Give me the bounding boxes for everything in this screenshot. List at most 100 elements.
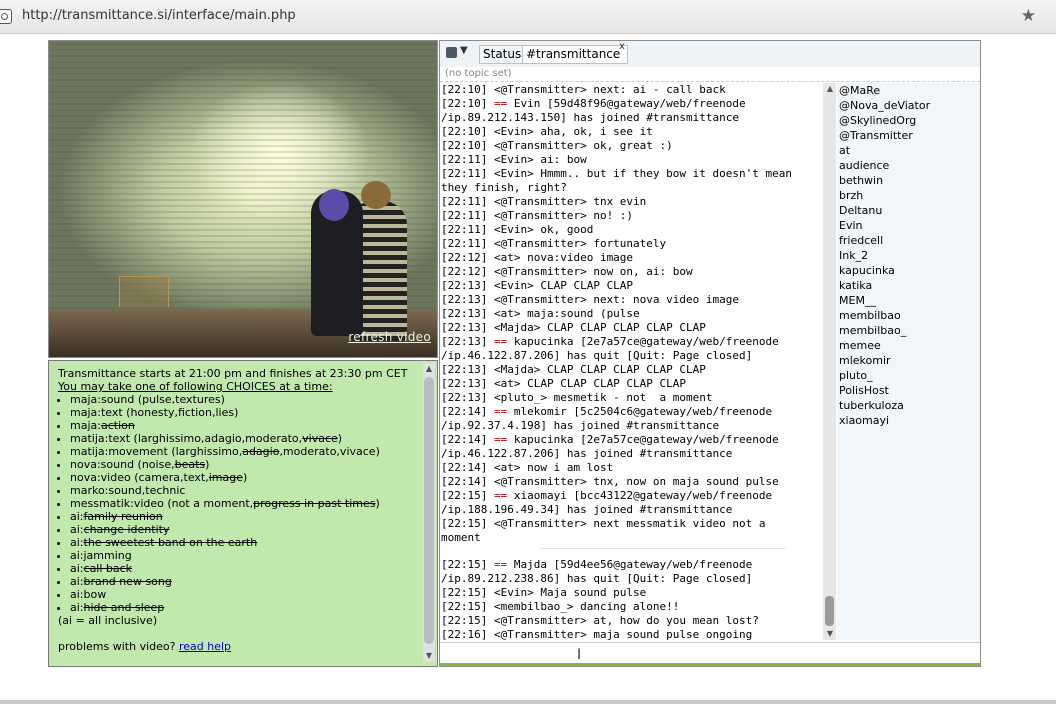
nick-item[interactable]: katika — [837, 278, 980, 293]
nick-item[interactable]: friedcell — [837, 233, 980, 248]
chat-message: [22:13] <Majda> CLAP CLAP CLAP CLAP CLAP — [441, 321, 821, 335]
nick-item[interactable]: xiaomayi — [837, 413, 980, 428]
video-player[interactable]: refresh video — [48, 40, 438, 358]
chat-message-text: [22:10] — [441, 97, 494, 110]
scroll-up-icon[interactable]: ▲ — [824, 83, 836, 95]
nick-item[interactable]: mlekomir — [837, 353, 980, 368]
choice-struck-text: beats — [174, 458, 206, 471]
chat-message-text: [22:14] — [441, 433, 494, 446]
chat-message-text: [22:15] — [441, 489, 494, 502]
chat-message-text: xiaomayi [bcc43122@gateway/web/freenode — [507, 489, 773, 502]
chat-log-scrollbar[interactable]: ▲ ▼ — [823, 83, 836, 640]
chat-message: [22:16] <@Transmitter> maja sound pulse … — [441, 628, 821, 640]
choice-item: matija:text (larghissimo,adagio,moderato… — [70, 432, 418, 445]
nick-item[interactable]: audience — [837, 158, 980, 173]
chat-message-text: [22:11] <@Transmitter> fortunately — [441, 237, 667, 250]
chat-message-text: /ip.188.196.49.34] has joined #transmitt… — [441, 503, 733, 516]
nick-item[interactable]: membilbao — [837, 308, 980, 323]
chat-message: [22:13] <@Transmitter> next: nova video … — [441, 293, 821, 307]
nick-item[interactable]: tuberkuloza — [837, 398, 980, 413]
choice-struck-text: change identity — [83, 523, 170, 536]
chat-message-input[interactable] — [440, 643, 974, 663]
choice-text: matija:text (larghissimo,adagio,moderato… — [70, 432, 303, 445]
chat-message-text: [22:16] <@Transmitter> maja sound pulse … — [441, 628, 753, 640]
choice-item: ai:change identity — [70, 523, 418, 536]
chat-message-text: [22:15] <membilbao_> dancing alone!! — [441, 600, 680, 613]
chat-message: [22:10] <Evin> aha, ok, i see it — [441, 125, 821, 139]
scroll-down-icon[interactable]: ▼ — [824, 628, 836, 640]
nick-item[interactable]: @Transmitter — [837, 128, 980, 143]
choice-text: marko:sound,technic — [70, 484, 186, 497]
chat-message-text: [22:13] — [441, 335, 494, 348]
choice-item: maja:text (honesty,fiction,lies) — [70, 406, 418, 419]
choice-text: ai: — [70, 601, 84, 614]
tab-status[interactable]: Status — [479, 45, 526, 64]
nick-item[interactable]: membilbao_ — [837, 323, 980, 338]
address-url[interactable]: http://transmittance.si/interface/main.p… — [22, 8, 296, 23]
dropdown-arrow-icon[interactable]: ▼ — [460, 45, 468, 56]
chat-message: [22:13] == kapucinka [2e7a57ce@gateway/w… — [441, 335, 821, 349]
nick-item[interactable]: @Nova_deViator — [837, 98, 980, 113]
irc-chat-panel: ▼ Status #transmittance x (no topic set)… — [439, 40, 981, 667]
tab-channel[interactable]: #transmittance — [522, 45, 628, 64]
info-scrollbar-thumb[interactable] — [424, 377, 434, 644]
chat-message: [22:15] <membilbao_> dancing alone!! — [441, 600, 821, 614]
nick-item[interactable]: brzh — [837, 188, 980, 203]
nick-item[interactable]: at — [837, 143, 980, 158]
nick-item[interactable]: Deltanu — [837, 203, 980, 218]
chat-message-text: /ip.46.122.87.206] has joined #transmitt… — [441, 447, 733, 460]
nick-item[interactable]: MEM__ — [837, 293, 980, 308]
info-scrollbar[interactable]: ▲ ▼ — [423, 363, 435, 662]
chat-message: [22:15] <@Transmitter> next messmatik vi… — [441, 517, 821, 531]
nick-item[interactable]: kapucinka — [837, 263, 980, 278]
nick-item[interactable]: Ink_2 — [837, 248, 980, 263]
chat-message-text: [22:11] <Evin> ai: bow — [441, 153, 587, 166]
scroll-up-icon[interactable]: ▲ — [423, 363, 435, 375]
chat-message-text: [22:13] <Majda> CLAP CLAP CLAP CLAP CLAP — [441, 321, 706, 334]
choice-text: ai: — [70, 562, 84, 575]
info-content: Transmittance starts at 21:00 pm and fin… — [58, 367, 418, 653]
chat-message-text: [22:10] <@Transmitter> ok, great :) — [441, 139, 673, 152]
chat-message: [22:15] <@Transmitter> at, how do you me… — [441, 614, 821, 628]
refresh-video-link[interactable]: refresh video — [348, 330, 431, 344]
chat-message-text: mlekomir [5c2504c6@gateway/web/freenode — [507, 405, 773, 418]
close-tab-icon[interactable]: x — [619, 41, 625, 52]
nick-item[interactable]: memee — [837, 338, 980, 353]
choices-heading: You may take one of following CHOICES at… — [58, 380, 333, 393]
choice-item: nova:sound (noise,beats) — [70, 458, 418, 471]
bookmark-star-icon[interactable]: ★ — [1021, 6, 1036, 26]
irc-logo-icon[interactable] — [446, 47, 457, 58]
chat-message-text: [22:13] <@Transmitter> next: nova video … — [441, 293, 740, 306]
choice-text: matija:movement (larghissimo, — [70, 445, 243, 458]
window-bottom-border — [0, 700, 1056, 704]
choice-struck-text: family reunion — [83, 510, 163, 523]
scroll-down-icon[interactable]: ▼ — [423, 650, 435, 662]
chat-message: /ip.89.212.143.150] has joined #transmit… — [441, 111, 821, 125]
nick-item[interactable]: @SkylinedOrg — [837, 113, 980, 128]
chat-message: [22:14] <@Transmitter> tnx, now on maja … — [441, 475, 821, 489]
choice-text: ai: — [70, 523, 84, 536]
chat-message-text: [22:15] — [441, 558, 494, 571]
nick-item[interactable]: pluto_ — [837, 368, 980, 383]
nick-item[interactable]: bethwin — [837, 173, 980, 188]
chat-scrollbar-thumb[interactable] — [825, 596, 834, 626]
schedule-text: Transmittance starts at 21:00 pm and fin… — [58, 367, 408, 380]
chat-message-text: [22:14] <@Transmitter> tnx, now on maja … — [441, 475, 779, 488]
browser-address-bar: http://transmittance.si/interface/main.p… — [0, 0, 1056, 34]
chat-message-text: /ip.89.212.143.150] has joined #transmit… — [441, 111, 740, 124]
choice-text-suffix: ) — [375, 497, 380, 510]
channel-topic: (no topic set) — [445, 68, 512, 79]
choice-text: ai: — [70, 510, 84, 523]
join-quit-marker: == — [493, 335, 508, 348]
choice-struck-text: image — [208, 471, 243, 484]
choice-text: ai:bow — [70, 588, 107, 601]
chat-message: [22:11] <@Transmitter> tnx evin — [441, 195, 821, 209]
nick-item[interactable]: PolisHost — [837, 383, 980, 398]
read-help-link[interactable]: read help — [179, 640, 231, 653]
choice-item: maja:action — [70, 419, 418, 432]
nick-item[interactable]: Evin — [837, 218, 980, 233]
chat-message-text: [22:12] <at> nova:video image — [441, 251, 634, 264]
nick-item[interactable]: @MaRe — [837, 83, 980, 98]
chat-input-bar[interactable]: I — [440, 642, 980, 666]
choice-text: nova:sound (noise, — [70, 458, 175, 471]
